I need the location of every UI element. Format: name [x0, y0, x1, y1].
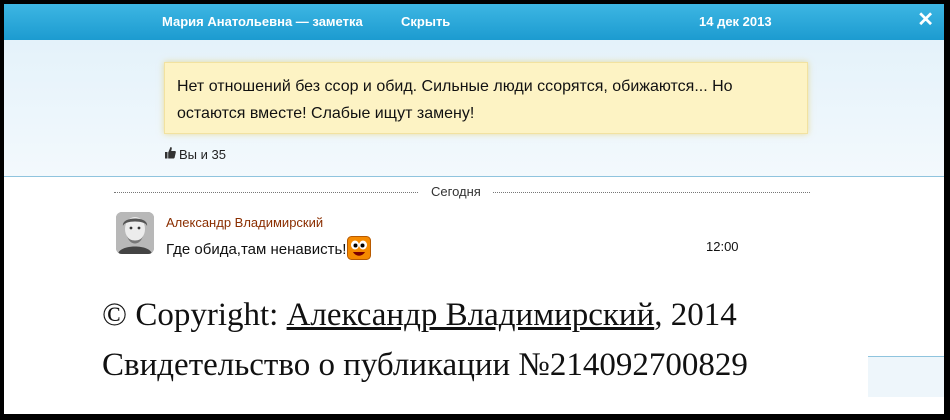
likes-link[interactable]: Вы и 35 [164, 146, 226, 162]
window-header: Мария Анатольевна — заметка Скрыть 14 де… [4, 4, 944, 40]
note-area: Нет отношений без ссор и обид. Сильные л… [4, 40, 944, 176]
copyright-prefix: © Copyright: [102, 297, 287, 333]
note-bubble: Нет отношений без ссор и обид. Сильные л… [164, 62, 808, 134]
hide-link[interactable]: Скрыть [401, 14, 450, 29]
publication-certificate: Свидетельство о публикации №214092700829 [102, 347, 748, 383]
note-text: Нет отношений без ссор и обид. Сильные л… [177, 78, 733, 122]
close-icon[interactable]: ✕ [917, 10, 934, 30]
copyright-author-link[interactable]: Александр Владимирский [287, 297, 655, 333]
comment-text: Где обида,там ненависть! [166, 241, 347, 258]
comment-author-link[interactable]: Александр Владимирский [166, 215, 323, 230]
divider [4, 176, 944, 177]
note-date: 14 дек 2013 [699, 14, 772, 29]
comment-time: 12:00 [706, 239, 739, 254]
avatar[interactable] [116, 212, 154, 254]
corner-panel [868, 356, 944, 397]
copyright-year: , 2014 [654, 297, 737, 333]
copyright-block: © Copyright: Александр Владимирский, 201… [102, 290, 748, 390]
date-separator-label: Сегодня [419, 184, 493, 199]
note-title-link[interactable]: Мария Анатольевна — заметка [162, 14, 363, 29]
copyright-line: © Copyright: Александр Владимирский, 201… [102, 290, 748, 340]
likes-count: Вы и 35 [179, 147, 226, 162]
comment-message: Где обида,там ненависть! [166, 236, 372, 260]
smiley-emoji-icon [347, 236, 372, 260]
note-window: Мария Анатольевна — заметка Скрыть 14 де… [4, 4, 944, 414]
thumbs-up-icon [164, 146, 176, 162]
